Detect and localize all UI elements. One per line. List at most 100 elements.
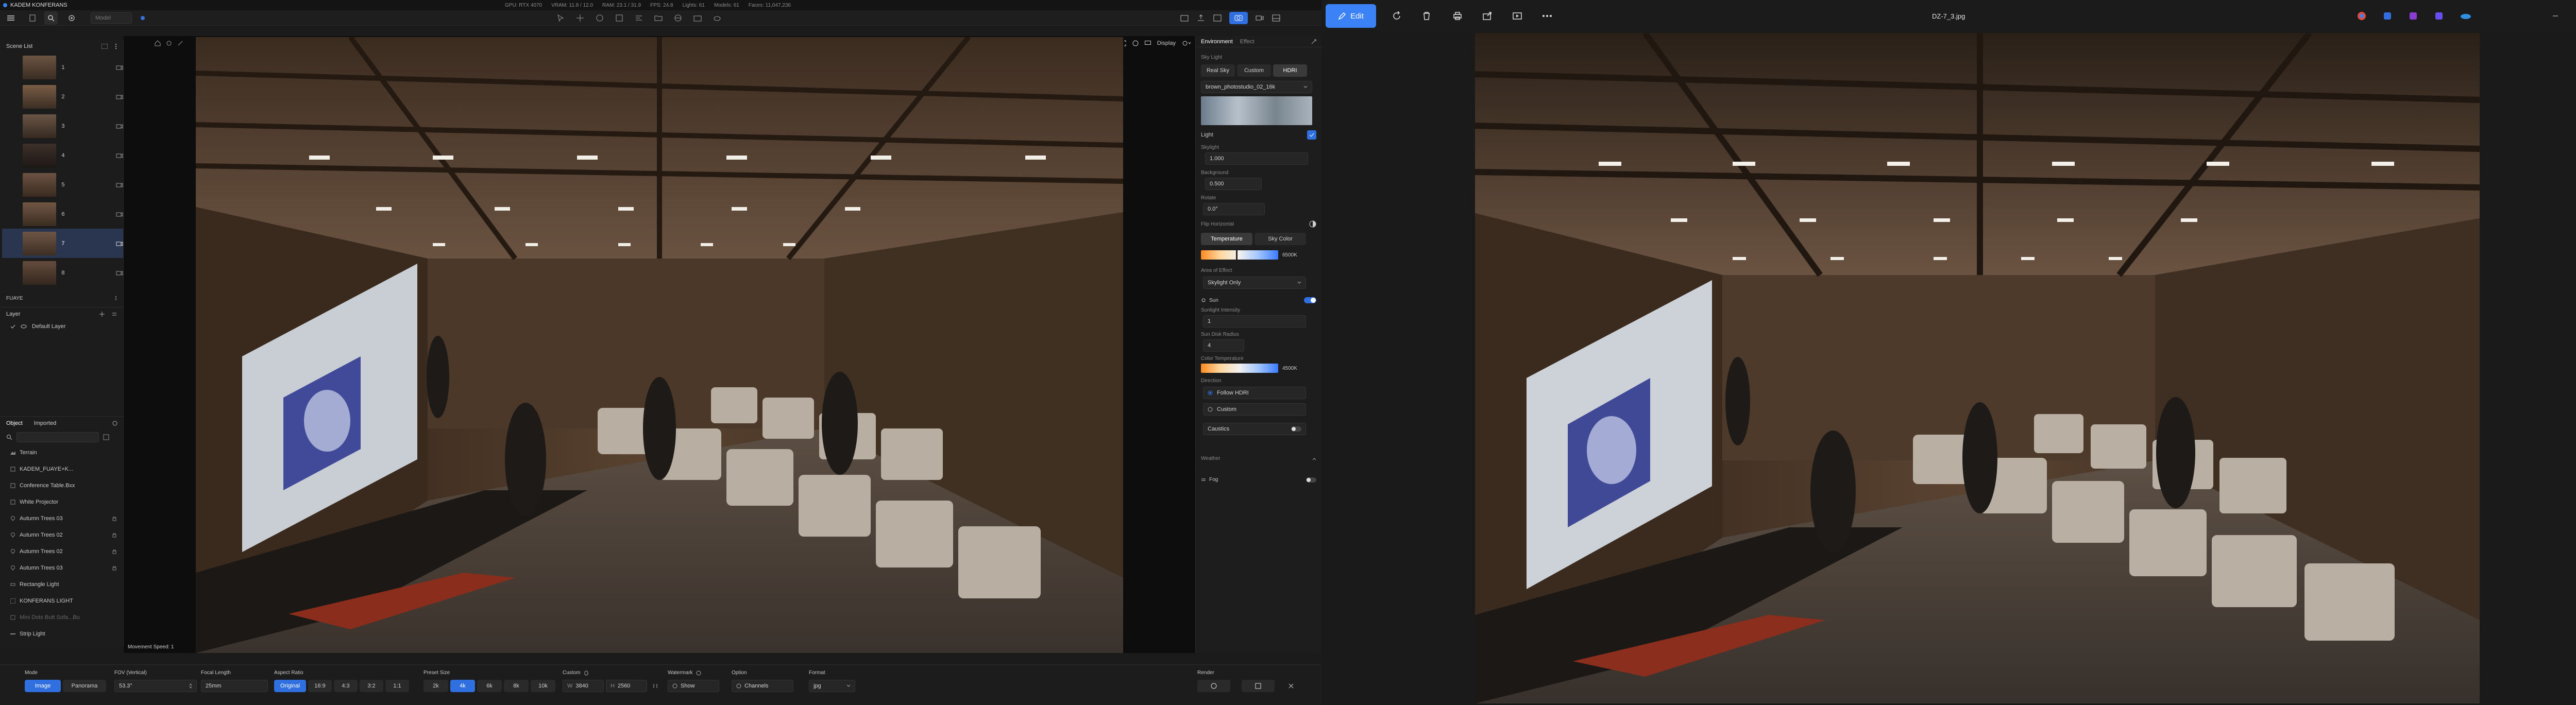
temp-slider[interactable] [1201,249,1278,261]
custom-width-input[interactable]: W 3840 [563,680,604,692]
object-item[interactable]: Autumn Trees 03 [10,510,124,527]
sun-intensity-input[interactable]: 1 [1203,315,1306,328]
folder-row[interactable]: FUAYE [0,293,123,304]
pen-view-icon[interactable] [177,40,183,46]
scene-item[interactable]: 8 [2,258,123,287]
folder-tool-icon[interactable] [654,14,663,22]
tab-object[interactable]: Object [6,420,23,426]
channels-option[interactable]: Channels [732,680,793,692]
scene-item[interactable]: 1 [2,53,123,82]
slideshow-icon[interactable] [1512,11,1522,21]
hdri-preview[interactable] [1201,96,1312,125]
scene-item[interactable]: 2 [2,82,123,111]
help-icon[interactable] [1132,40,1139,46]
area-select[interactable]: Skylight Only [1203,277,1306,289]
scene-camera-icon[interactable] [116,94,123,99]
add-layer-icon[interactable] [99,312,105,317]
render-viewport-image[interactable] [196,37,1123,653]
menu-icon[interactable] [4,11,18,25]
purple-app-icon[interactable] [2409,11,2418,21]
preset-10k-button[interactable]: 10k [531,680,555,692]
move-tool-icon[interactable] [576,14,584,22]
lock-icon[interactable] [112,516,116,521]
image-icon[interactable] [1213,14,1222,22]
export-icon[interactable] [1196,14,1206,22]
focal-input[interactable]: 25mm [201,680,268,692]
print-icon[interactable] [1452,11,1463,21]
tab-custom[interactable]: Custom [1237,64,1271,77]
viewer-image[interactable] [1475,33,2480,703]
object-search-icon[interactable] [6,434,12,440]
video-icon[interactable] [1255,14,1264,22]
edit-button[interactable]: Edit [1326,4,1376,28]
scene-camera-icon[interactable] [116,153,123,158]
rotate-tool-icon[interactable] [596,14,604,22]
folder-more-icon[interactable] [115,296,117,301]
object-item[interactable]: Rectangle Light [10,576,124,593]
fog-toggle[interactable] [1306,477,1316,483]
stepper-icon[interactable] [189,683,192,689]
object-item[interactable]: Autumn Trees 02 [10,543,124,560]
object-search-input[interactable] [16,432,99,442]
preset-4k-button[interactable]: 4k [450,680,475,692]
viewport[interactable]: Display Movement Speed: 1 [124,36,1195,653]
default-layer-row[interactable]: Default Layer [0,321,123,332]
object-filter-icon[interactable] [103,434,109,440]
scene-camera-icon[interactable] [116,241,123,246]
onedrive-icon[interactable] [2460,12,2471,20]
watermark-show[interactable]: Show [668,680,719,692]
aspect-16-9-button[interactable]: 16:9 [308,680,332,692]
info-icon[interactable] [696,670,701,676]
scene-item[interactable]: 5 [2,170,123,199]
aspect-4-3-button[interactable]: 4:3 [334,680,358,692]
object-item[interactable]: Strip Light [10,626,124,642]
caustics-toggle[interactable] [1291,426,1301,432]
fov-input[interactable]: 53.3° [114,680,197,692]
rotate-input[interactable]: 0.0° [1203,203,1265,215]
file-icon[interactable] [26,11,39,25]
settings-icon[interactable] [65,11,78,25]
delete-icon[interactable] [1421,11,1432,21]
env-settings-icon[interactable] [1311,39,1316,44]
aspect-1-1-button[interactable]: 1:1 [385,680,409,692]
scene-camera-icon[interactable] [116,212,123,217]
lock-icon[interactable] [112,549,116,554]
tab-hdri[interactable]: HDRI [1273,64,1307,77]
chrome-icon[interactable] [2357,11,2366,21]
search-icon[interactable] [44,11,58,25]
aspect-3-2-button[interactable]: 3:2 [360,680,383,692]
violet-app-icon[interactable] [2434,11,2444,21]
lock-icon[interactable] [112,532,116,538]
object-item[interactable]: Autumn Trees 03 [10,560,124,576]
material-tool-icon[interactable] [674,14,682,22]
swap-icon[interactable] [649,680,662,692]
check-icon[interactable] [10,324,15,329]
render-button[interactable] [1197,680,1230,692]
scale-tool-icon[interactable] [615,14,623,22]
hdri-select[interactable]: brown_photostudio_02_16k [1201,81,1312,93]
settings-view-icon[interactable] [166,40,172,46]
scene-camera-icon[interactable] [116,270,123,276]
pen-app-icon[interactable] [2383,11,2392,21]
mode-image-button[interactable]: Image [25,680,61,692]
scene-camera-icon[interactable] [116,182,123,187]
scene-camera-icon[interactable] [116,124,123,129]
object-item[interactable]: Mini Dots Butt Sofa...Bu [10,609,124,626]
album-icon[interactable] [1272,14,1281,22]
tab-imported[interactable]: Imported [34,420,56,426]
skylight-input[interactable]: 1.000 [1205,152,1308,165]
render-image-icon[interactable] [1229,11,1248,24]
object-item[interactable]: Autumn Trees 02 [10,527,124,543]
scene-list-view-icon[interactable] [101,44,108,49]
tab-real-sky[interactable]: Real Sky [1201,64,1235,77]
mode-panorama-button[interactable]: Panorama [63,680,106,692]
object-item[interactable]: Terrain [10,444,124,461]
cloud-tool-icon[interactable] [713,14,721,22]
tab-environment[interactable]: Environment [1201,39,1233,45]
tab-sky-color[interactable]: Sky Color [1255,233,1306,245]
follow-hdri-option[interactable]: Follow HDRI [1203,387,1306,399]
light-checkbox[interactable] [1307,130,1316,140]
temp-slider-handle[interactable] [1236,249,1238,261]
tab-effect[interactable]: Effect [1240,39,1255,45]
scene-item-selected[interactable]: 7 [2,229,123,258]
